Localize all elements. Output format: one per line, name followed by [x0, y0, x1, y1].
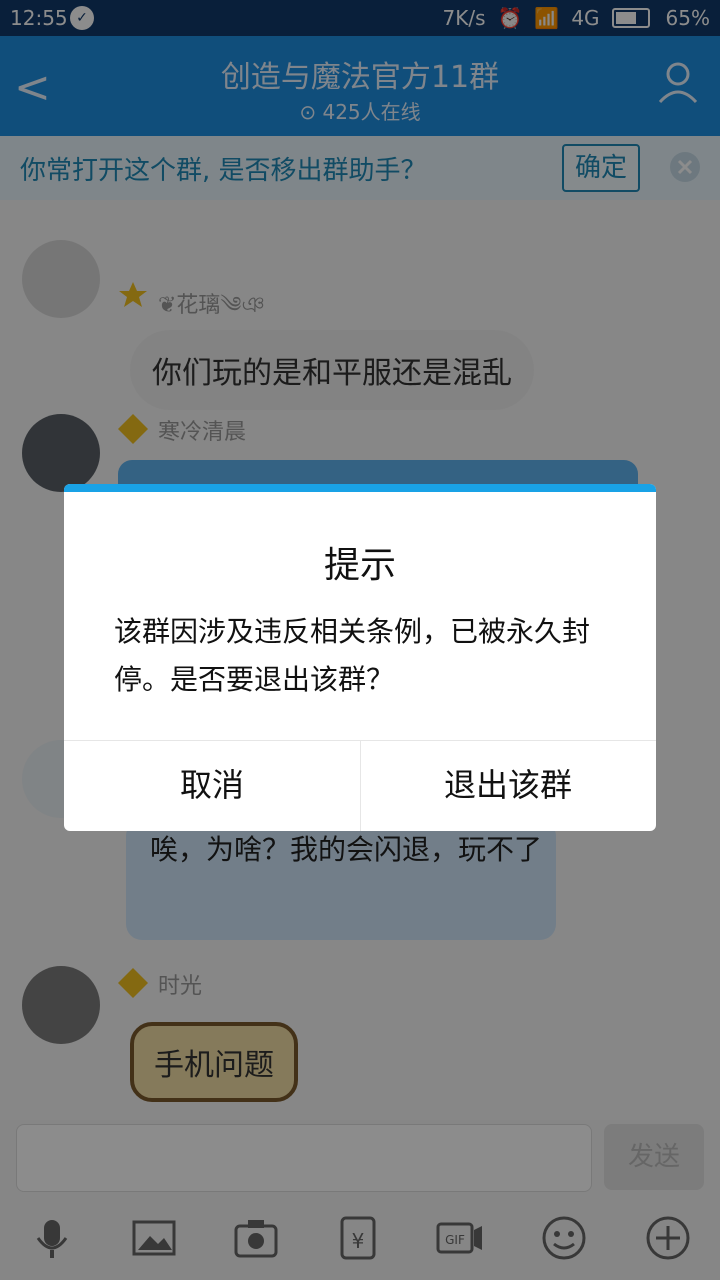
cancel-button[interactable]: 取消 — [64, 740, 360, 831]
dialog-title: 提示 — [323, 545, 396, 586]
alert-dialog: 提示 该群因涉及违反相关条例，已被永久封停。是否要退出该群？ 取消 退出该群 — [64, 484, 656, 831]
exit-group-button[interactable]: 退出该群 — [360, 740, 656, 831]
dialog-message: 该群因涉及违反相关条例，已被永久封停。是否要退出该群？ — [114, 615, 591, 696]
dialog-accent-bar — [64, 484, 656, 492]
